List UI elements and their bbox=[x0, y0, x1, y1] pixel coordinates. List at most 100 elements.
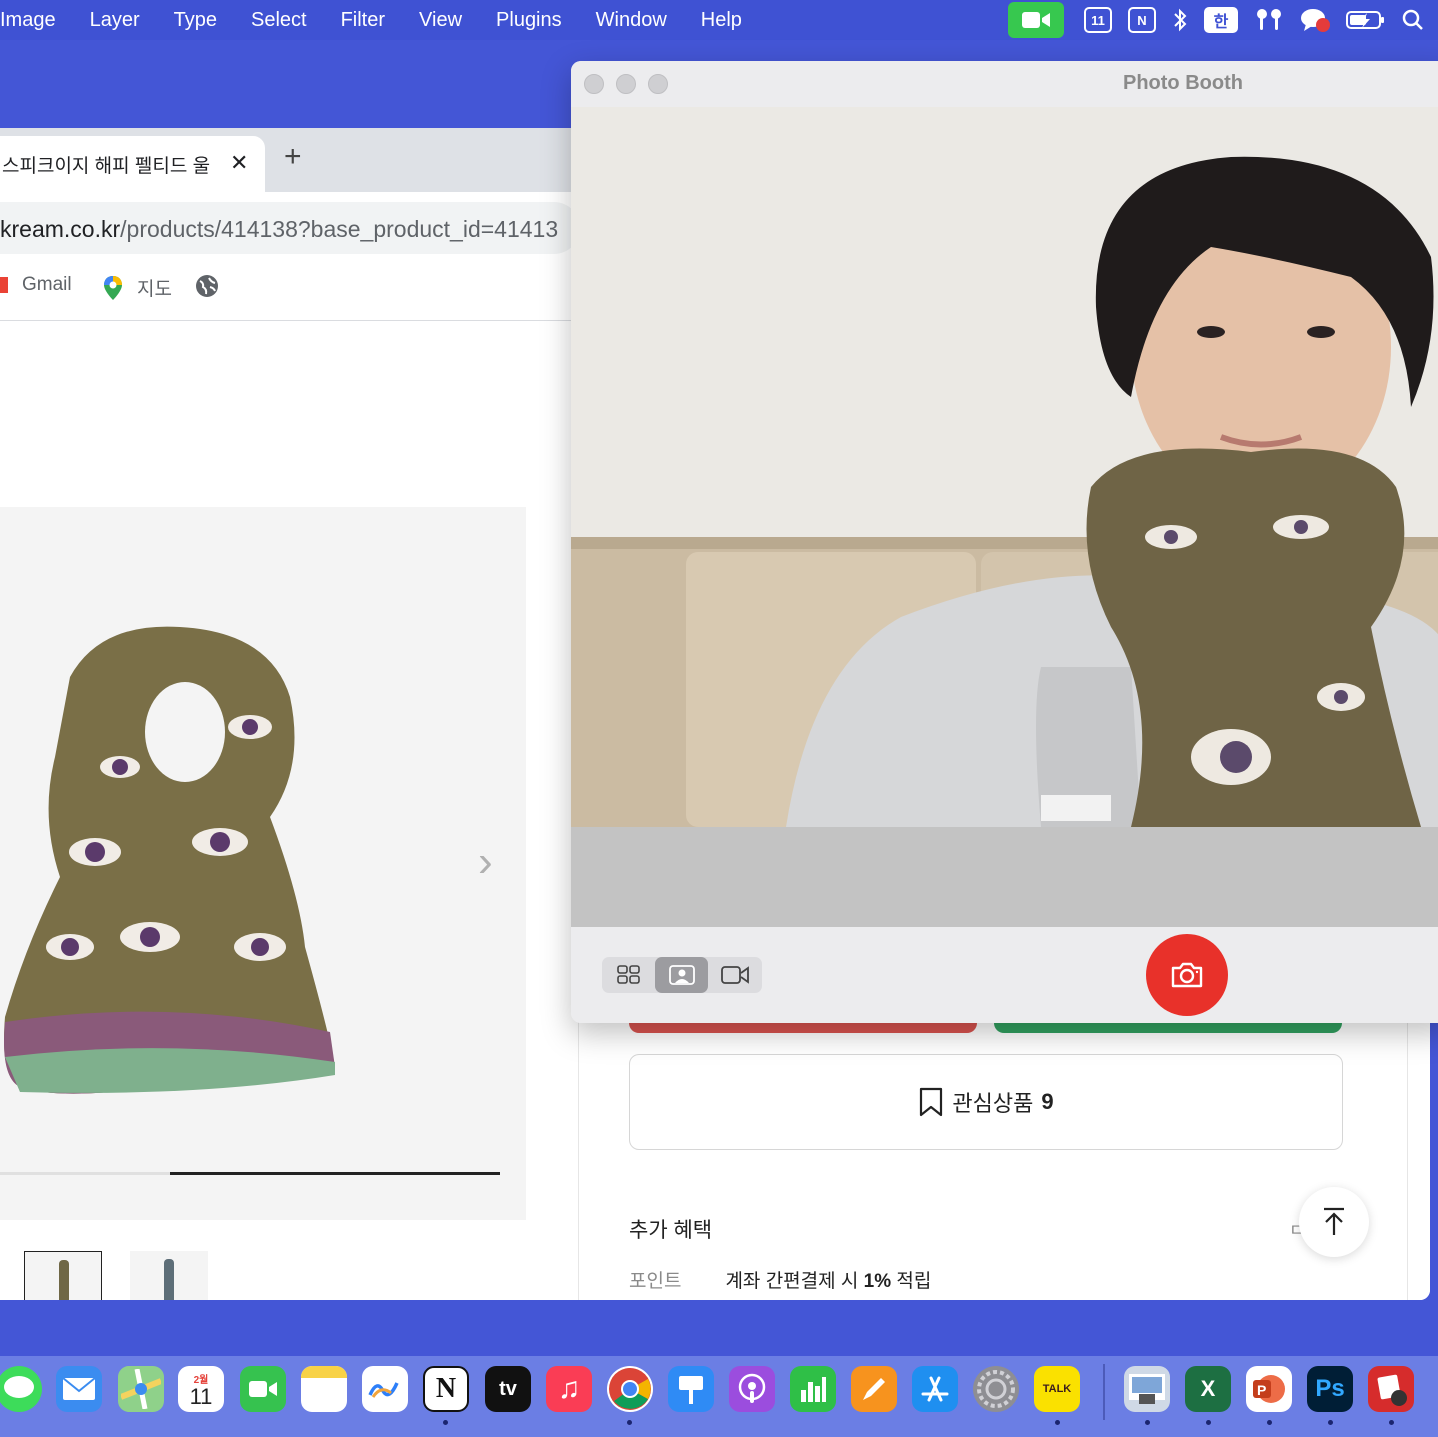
menu-view[interactable]: View bbox=[402, 9, 479, 32]
photo-booth-title: Photo Booth bbox=[1123, 72, 1243, 94]
thumbnail-2[interactable] bbox=[130, 1251, 208, 1300]
music-app-icon[interactable]: ♫ bbox=[546, 1366, 592, 1412]
tab-close-icon[interactable]: ✕ bbox=[230, 150, 248, 176]
video-mode-icon[interactable] bbox=[708, 957, 761, 993]
wishlist-count: 9 bbox=[1041, 1089, 1054, 1114]
freeform-app-icon[interactable] bbox=[362, 1366, 408, 1412]
running-indicator bbox=[1328, 1420, 1333, 1425]
calendar-day: 11 bbox=[1084, 7, 1112, 33]
gallery-progress bbox=[0, 1172, 500, 1175]
browser-tab[interactable]: 스피크이지 해피 펠티드 울 디 ✕ bbox=[0, 136, 265, 192]
camera-icon bbox=[1171, 962, 1203, 988]
arrow-up-icon bbox=[1324, 1207, 1344, 1235]
podcasts-app-icon[interactable] bbox=[729, 1366, 775, 1412]
camera-preview bbox=[571, 107, 1438, 827]
scroll-to-top-button[interactable] bbox=[1299, 1187, 1369, 1257]
menu-select[interactable]: Select bbox=[234, 9, 324, 32]
grid-mode-icon[interactable] bbox=[602, 957, 655, 993]
wishlist-label: 관심상품 bbox=[952, 1091, 1034, 1116]
menu-image[interactable]: Image bbox=[0, 9, 73, 32]
calendar-app-icon[interactable]: 2월 11 bbox=[178, 1366, 224, 1412]
bookmark-gmail-label: Gmail bbox=[22, 274, 72, 295]
status-menu: 11 N 한 bbox=[1000, 0, 1438, 40]
single-photo-mode-icon[interactable] bbox=[655, 957, 708, 993]
shutter-button[interactable] bbox=[1146, 934, 1228, 1016]
menu-type[interactable]: Type bbox=[157, 9, 234, 32]
facetime-icon[interactable] bbox=[1008, 2, 1064, 38]
numbers-app-icon[interactable] bbox=[790, 1366, 836, 1412]
photoshop-app-icon[interactable]: Ps bbox=[1307, 1366, 1353, 1412]
menu-plugins[interactable]: Plugins bbox=[479, 9, 579, 32]
notes-app-icon[interactable] bbox=[301, 1366, 347, 1412]
pages-app-icon[interactable] bbox=[851, 1366, 897, 1412]
chat-icon[interactable] bbox=[1300, 0, 1330, 40]
menu-layer[interactable]: Layer bbox=[73, 9, 157, 32]
tab-title: 스피크이지 해피 펠티드 울 디 bbox=[2, 155, 210, 177]
url-domain: kream.co.kr bbox=[0, 216, 121, 242]
wishlist-button[interactable]: 관심상품 9 bbox=[629, 1054, 1343, 1150]
bookmark-gmail[interactable]: Gmail bbox=[0, 274, 72, 296]
photo-booth-app-icon[interactable] bbox=[1368, 1366, 1414, 1412]
powerpoint-app-icon[interactable]: P bbox=[1246, 1366, 1292, 1412]
running-indicator bbox=[1206, 1420, 1211, 1425]
url-path: /products/414138?base_product_id=41413 bbox=[120, 216, 559, 242]
bookmark-icon bbox=[920, 1087, 943, 1117]
chrome-app-icon[interactable] bbox=[607, 1366, 653, 1412]
running-indicator bbox=[1389, 1420, 1394, 1425]
kakaotalk-app-icon[interactable]: TALK bbox=[1034, 1366, 1080, 1412]
benefit-text-bold: 1% bbox=[863, 1271, 892, 1292]
camera-feed-image bbox=[571, 107, 1438, 827]
preview-app-icon[interactable] bbox=[1124, 1366, 1170, 1412]
tv-app-icon[interactable]: tv bbox=[485, 1366, 531, 1412]
globe-icon bbox=[196, 275, 218, 297]
mail-app-icon[interactable] bbox=[56, 1366, 102, 1412]
url-text: kream.co.kr/products/414138?base_product… bbox=[0, 216, 558, 243]
bookmark-maps[interactable]: 지도 bbox=[103, 274, 172, 301]
address-bar[interactable]: kream.co.kr/products/414138?base_product… bbox=[0, 202, 580, 254]
input-method-icon[interactable]: 한 bbox=[1204, 0, 1238, 40]
spotlight-icon[interactable] bbox=[1402, 0, 1424, 40]
dock-photoshop-label: Ps bbox=[1315, 1375, 1345, 1402]
minimize-window-button[interactable] bbox=[616, 74, 636, 94]
new-tab-button[interactable]: + bbox=[284, 142, 302, 172]
running-indicator bbox=[443, 1420, 448, 1425]
battery-icon[interactable] bbox=[1346, 0, 1386, 40]
system-settings-app-icon[interactable] bbox=[973, 1366, 1019, 1412]
svg-text:P: P bbox=[1257, 1382, 1266, 1398]
input-method-label: 한 bbox=[1204, 7, 1238, 33]
bluetooth-icon[interactable] bbox=[1172, 0, 1188, 40]
benefit-label: 포인트 bbox=[629, 1271, 682, 1292]
dock-tv-label: tv bbox=[499, 1377, 517, 1400]
thumbnail-1[interactable] bbox=[24, 1251, 102, 1300]
notion-app-icon[interactable]: N bbox=[423, 1366, 469, 1412]
gallery-progress-fill bbox=[170, 1172, 500, 1175]
photo-booth-window: Photo Booth bbox=[571, 61, 1438, 1023]
close-window-button[interactable] bbox=[584, 74, 604, 94]
notion-glyph: N bbox=[1128, 7, 1156, 33]
airpods-icon[interactable] bbox=[1254, 0, 1284, 40]
menu-filter[interactable]: Filter bbox=[324, 9, 402, 32]
photo-booth-titlebar: Photo Booth bbox=[571, 61, 1438, 108]
notion-icon[interactable]: N bbox=[1128, 0, 1156, 40]
calendar-icon[interactable]: 11 bbox=[1084, 0, 1112, 40]
gmail-icon bbox=[0, 277, 8, 293]
app-store-app-icon[interactable] bbox=[912, 1366, 958, 1412]
running-indicator bbox=[1055, 1420, 1060, 1425]
maps-icon bbox=[104, 275, 122, 300]
dock-excel-label: X bbox=[1200, 1376, 1216, 1401]
menu-window[interactable]: Window bbox=[579, 9, 684, 32]
maps-app-icon[interactable] bbox=[118, 1366, 164, 1412]
benefit-row: 포인트 계좌 간편결제 시 1% 적립 bbox=[629, 1266, 931, 1293]
bookmark-globe[interactable] bbox=[195, 274, 219, 298]
menu-help[interactable]: Help bbox=[684, 9, 759, 32]
product-gallery: › bbox=[0, 507, 526, 1220]
running-indicator bbox=[1145, 1420, 1150, 1425]
zoom-window-button[interactable] bbox=[648, 74, 668, 94]
gallery-next-icon[interactable]: › bbox=[478, 837, 493, 887]
keynote-app-icon[interactable] bbox=[668, 1366, 714, 1412]
running-indicator bbox=[1267, 1420, 1272, 1425]
photo-booth-toolbar bbox=[571, 927, 1438, 1023]
facetime-app-icon[interactable] bbox=[240, 1366, 286, 1412]
messages-app-icon[interactable] bbox=[0, 1366, 42, 1412]
excel-app-icon[interactable]: X bbox=[1185, 1366, 1231, 1412]
